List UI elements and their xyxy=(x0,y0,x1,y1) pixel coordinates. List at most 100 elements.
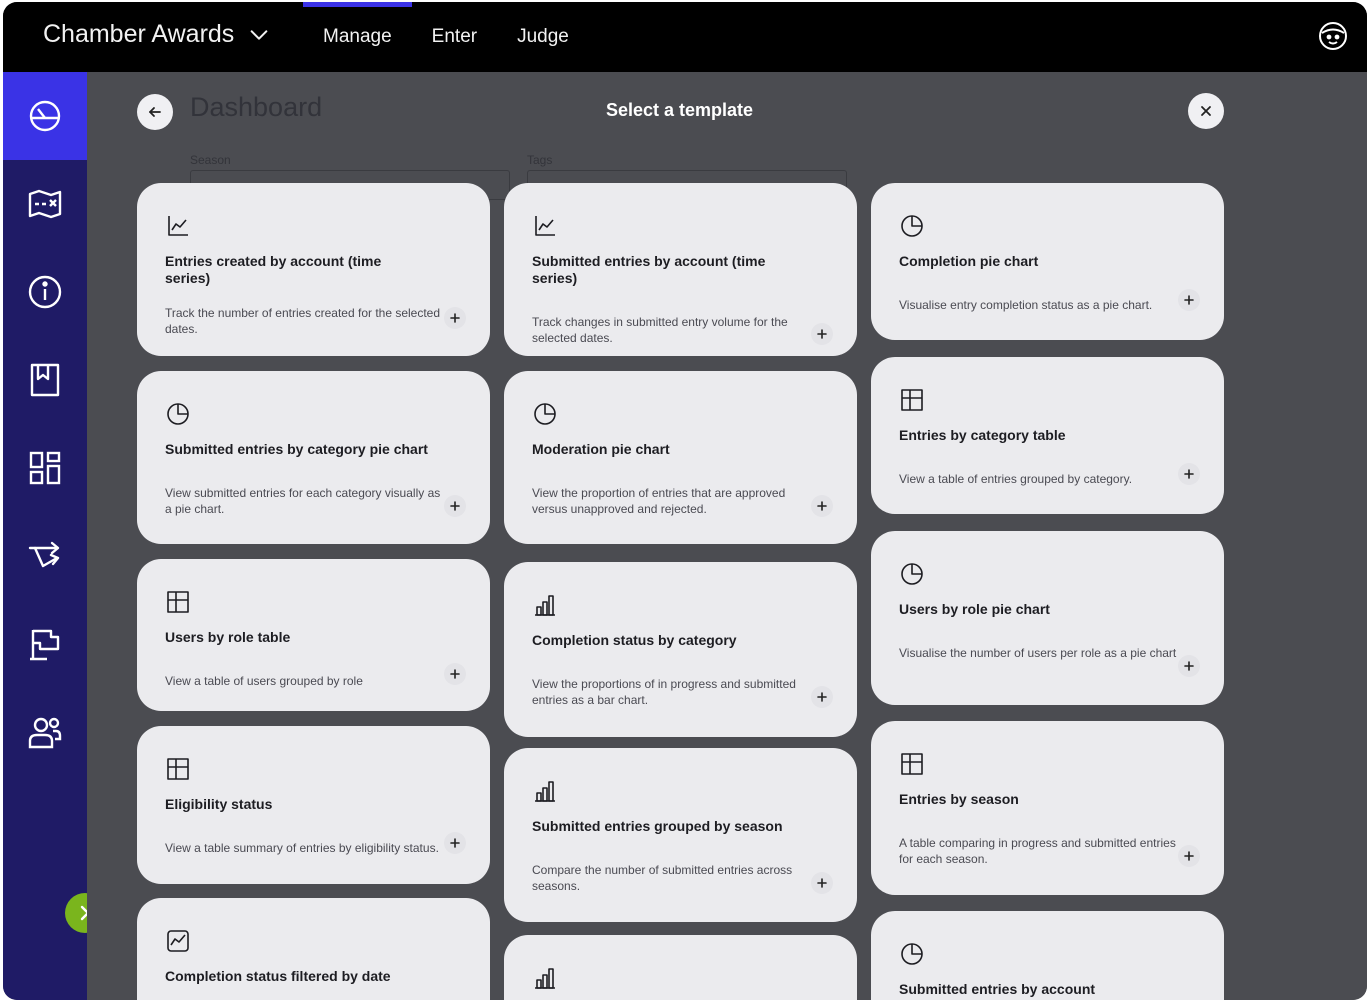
template-card-title: Users by role table xyxy=(165,629,291,645)
dashboard-content: Dashboard Season Tags Select a template … xyxy=(87,72,1367,1000)
app-window: Chamber Awards Manage Enter Judge Dashbo… xyxy=(3,2,1367,1000)
add-template-button[interactable] xyxy=(444,832,466,854)
template-card-title: Submitted entries by account (time serie… xyxy=(532,253,766,286)
sidebar-item-flag[interactable] xyxy=(3,600,87,688)
plus-icon xyxy=(1184,851,1194,861)
close-modal-button[interactable] xyxy=(1188,93,1224,129)
add-template-button[interactable] xyxy=(444,307,466,329)
bar-chart-icon xyxy=(535,595,555,616)
sidebar xyxy=(3,72,87,1000)
table-icon xyxy=(167,591,189,613)
template-card[interactable]: Users by role table View a table of users… xyxy=(137,559,490,711)
sidebar-item-workflow[interactable] xyxy=(3,512,87,600)
template-card[interactable]: Completion status by category View the pr… xyxy=(504,562,857,737)
template-card-title: Moderation pie chart xyxy=(532,441,670,457)
plus-icon xyxy=(1184,661,1194,671)
plus-icon xyxy=(1184,295,1194,305)
add-template-button[interactable] xyxy=(444,495,466,517)
sidebar-item-users[interactable] xyxy=(3,688,87,776)
bar-chart-icon xyxy=(535,968,555,989)
template-card[interactable]: Completion status filtered by date xyxy=(137,898,490,1000)
tab-enter[interactable]: Enter xyxy=(412,2,497,72)
close-icon xyxy=(1201,106,1211,116)
template-card[interactable]: Submitted entries by account xyxy=(871,911,1224,1000)
tab-manage[interactable]: Manage xyxy=(303,2,412,72)
template-card-title: Entries created by account (time series) xyxy=(165,253,382,286)
info-icon xyxy=(28,275,62,309)
sidebar-item-bookmark[interactable] xyxy=(3,336,87,424)
top-bar: Chamber Awards Manage Enter Judge xyxy=(3,2,1367,72)
map-icon xyxy=(28,189,62,219)
pie-chart-icon xyxy=(167,403,189,425)
template-card[interactable]: Eligibility status View a table summary o… xyxy=(137,726,490,884)
sidebar-item-info[interactable] xyxy=(3,248,87,336)
add-template-button[interactable] xyxy=(1178,655,1200,677)
template-card-title: Completion pie chart xyxy=(899,253,1039,269)
brand-switcher[interactable]: Chamber Awards xyxy=(43,20,270,49)
template-card-title: Submitted entries by category pie chart xyxy=(165,441,428,457)
chevron-down-icon xyxy=(250,29,268,40)
plus-icon xyxy=(450,838,460,848)
sidebar-item-layouts[interactable] xyxy=(3,424,87,512)
template-card[interactable]: Entries created by account (time series)… xyxy=(137,183,490,356)
template-card[interactable]: Submitted entries by account (time serie… xyxy=(504,183,857,356)
add-template-button[interactable] xyxy=(444,663,466,685)
flag-icon xyxy=(30,629,60,661)
table-icon xyxy=(167,758,189,780)
users-icon xyxy=(28,717,62,749)
pie-chart-icon xyxy=(901,215,923,237)
plus-icon xyxy=(817,692,827,702)
add-template-button[interactable] xyxy=(811,495,833,517)
template-card-description: A table comparing in progress and submit… xyxy=(899,836,1176,866)
template-card-title: Completion status filtered by date xyxy=(165,968,391,984)
add-template-button[interactable] xyxy=(1178,845,1200,867)
template-card[interactable]: Users by role pie chart Visualise the num… xyxy=(871,531,1224,705)
plus-icon xyxy=(817,501,827,511)
template-card[interactable]: Submitted entries grouped by season Compa… xyxy=(504,748,857,922)
pie-chart-icon xyxy=(901,943,923,965)
template-card-title: Entries by season xyxy=(899,791,1019,807)
plus-icon xyxy=(817,329,827,339)
line-chart-icon xyxy=(168,216,188,236)
template-card-description: View a table summary of entries by eligi… xyxy=(165,841,439,855)
template-card-title: Submitted entries grouped by season xyxy=(532,818,783,834)
plus-icon xyxy=(450,501,460,511)
template-card-title: Completion status by category xyxy=(532,632,737,648)
modal-title: Select a template xyxy=(605,100,754,120)
plus-icon xyxy=(450,669,460,679)
line-chart-icon xyxy=(535,216,555,236)
tab-label: Manage xyxy=(323,26,392,47)
add-template-button[interactable] xyxy=(811,323,833,345)
template-card[interactable] xyxy=(504,935,857,1000)
main-nav: Manage Enter Judge xyxy=(303,2,589,72)
tab-label: Enter xyxy=(431,26,478,47)
template-card-description: Visualise the number of users per role a… xyxy=(899,646,1177,660)
tab-label: Judge xyxy=(517,26,569,47)
workflow-arrows-icon xyxy=(28,541,60,568)
template-card-description: Track the number of entries created for … xyxy=(165,306,441,336)
user-avatar-icon[interactable] xyxy=(1317,20,1349,52)
template-card[interactable]: Entries by season A table comparing in pr… xyxy=(871,721,1224,895)
area-chart-icon xyxy=(167,930,189,952)
add-template-button[interactable] xyxy=(1178,463,1200,485)
template-card[interactable]: Moderation pie chart View the proportion … xyxy=(504,371,857,544)
brand-name: Chamber Awards xyxy=(43,20,235,48)
tab-judge[interactable]: Judge xyxy=(497,2,589,72)
template-card-description: View a table of entries grouped by categ… xyxy=(899,472,1133,486)
template-card[interactable]: Submitted entries by category pie chart V… xyxy=(137,371,490,544)
template-card-description: View submitted entries for each category… xyxy=(165,486,441,516)
template-card[interactable]: Entries by category table View a table of… xyxy=(871,357,1224,514)
add-template-button[interactable] xyxy=(811,872,833,894)
add-template-button[interactable] xyxy=(1178,289,1200,311)
template-card-description: Visualise entry completion status as a p… xyxy=(899,298,1153,312)
sidebar-item-map[interactable] xyxy=(3,160,87,248)
table-icon xyxy=(901,389,923,411)
template-card-title: Eligibility status xyxy=(165,796,273,812)
sidebar-item-dashboard[interactable] xyxy=(3,72,87,160)
bar-chart-icon xyxy=(535,781,555,802)
dashboard-gauge-icon xyxy=(29,100,61,132)
template-card-title: Users by role pie chart xyxy=(899,601,1050,617)
template-card[interactable]: Completion pie chart Visualise entry comp… xyxy=(871,183,1224,340)
add-template-button[interactable] xyxy=(811,686,833,708)
template-card-description: View the proportions of in progress and … xyxy=(532,677,796,707)
